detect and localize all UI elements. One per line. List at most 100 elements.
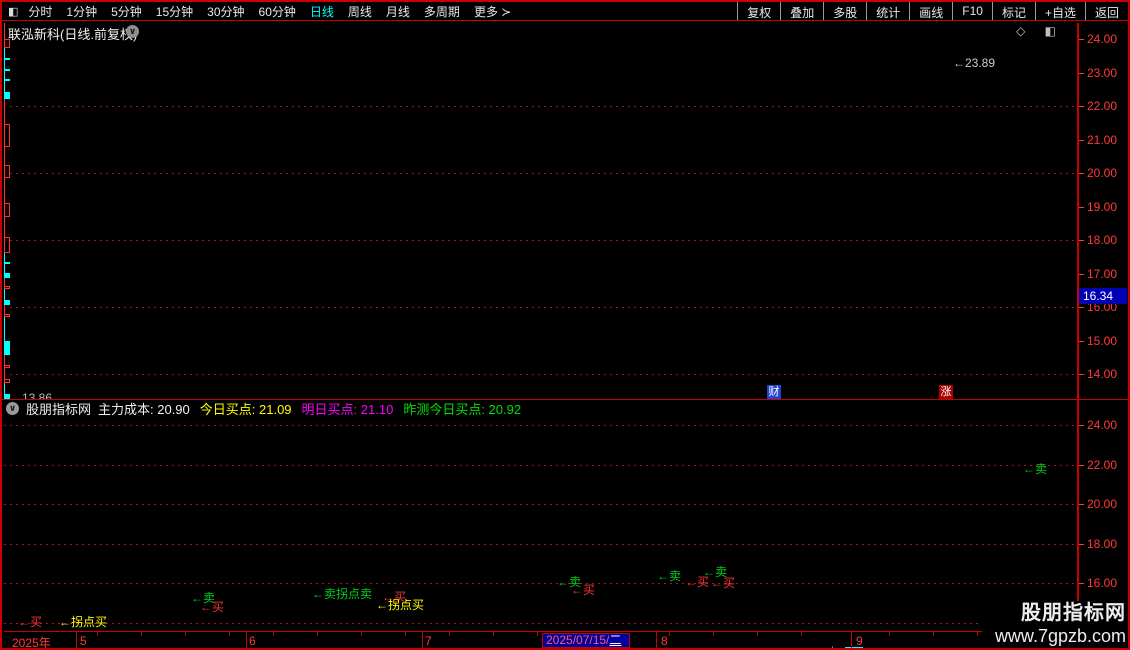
month-separator xyxy=(851,632,852,648)
axis-vertical-line xyxy=(1077,23,1079,648)
x-axis-label: 6 xyxy=(249,634,256,648)
event-badge[interactable]: 涨 xyxy=(939,385,953,399)
candle-body xyxy=(4,124,10,148)
topbar-item-日线[interactable]: 日线 xyxy=(310,3,334,20)
main-grid-line xyxy=(4,240,1078,241)
indicator-chevron-icon[interactable]: ∨ xyxy=(6,402,19,415)
watermark: 股朋指标网 www.7gpzb.com xyxy=(982,601,1128,648)
candle-body xyxy=(4,203,10,218)
signal-marker-sell: ←卖 xyxy=(1023,462,1048,476)
topbar-item-30分钟[interactable]: 30分钟 xyxy=(207,3,244,20)
x-axis-tick xyxy=(97,632,98,636)
price-axis-sub: 24.00 22.00 20.00 18.00 16.00 xyxy=(1078,400,1128,630)
topbar-item-15分钟[interactable]: 15分钟 xyxy=(156,3,193,20)
x-axis-tick xyxy=(757,632,758,636)
topbar-item-5分钟[interactable]: 5分钟 xyxy=(111,3,142,20)
candle-wick xyxy=(4,355,5,366)
topbar-item-分时[interactable]: 分时 xyxy=(28,3,52,20)
topbar-item-叠加[interactable]: 叠加 xyxy=(780,2,823,20)
title-right-icons[interactable]: ◇ ◧ xyxy=(1016,24,1064,38)
window-layout-icon[interactable]: ◧ xyxy=(8,5,18,18)
candle-wick xyxy=(4,317,5,341)
topbar-item-画线[interactable]: 画线 xyxy=(909,2,952,20)
event-badge[interactable]: 财 xyxy=(767,385,781,399)
x-axis-tick xyxy=(229,632,230,636)
indicator-row: ∨ 股朋指标网 主力成本: 20.90 今日买点: 21.09 明日买点: 21.1… xyxy=(6,399,521,418)
chevron-down-circle-icon[interactable]: ∨ xyxy=(126,25,139,38)
x-axis-tick xyxy=(493,632,494,636)
panel-divider[interactable] xyxy=(2,399,1128,400)
sub-grid-line xyxy=(4,622,1078,624)
x-axis-tick xyxy=(405,632,406,636)
price-tick-label: 20.00 xyxy=(1087,166,1118,180)
candle-body xyxy=(4,340,10,356)
x-axis-tick xyxy=(801,632,802,636)
candle-wick xyxy=(4,59,5,69)
candle-wick xyxy=(4,217,5,238)
signal-marker-buy: ←买 xyxy=(200,600,225,614)
signal-marker-sell: ←卖拐点卖 xyxy=(312,587,373,601)
topbar-item-更多 ≻[interactable]: 更多 ≻ xyxy=(474,3,511,20)
low-annotation: ←13.86 xyxy=(10,391,53,399)
main-grid-line xyxy=(4,374,1078,375)
topbar-item-F10[interactable]: F10 xyxy=(952,2,992,20)
x-axis-label: 7 xyxy=(425,634,432,648)
high-annotation: ←23.89 xyxy=(953,56,996,70)
topbar-item-60分钟[interactable]: 60分钟 xyxy=(259,3,296,20)
x-axis-tick xyxy=(933,632,934,636)
month-separator xyxy=(656,632,657,648)
candle-wick xyxy=(4,277,5,287)
month-separator xyxy=(246,632,247,648)
x-axis-label: 9 xyxy=(856,634,863,648)
price-tick-label: 22.00 xyxy=(1087,457,1118,472)
main-grid-line xyxy=(4,173,1078,174)
price-tick-label: 21.00 xyxy=(1087,132,1118,147)
sub-chart: ←买 ←拐点买 ←卖 ←买 ←卖拐点卖 ←买 ←拐点买 ←卖 ←买 ←卖 ←买 ←卖 ←买 ←卖 xyxy=(4,400,1078,630)
x-axis-tick xyxy=(889,632,890,636)
indicator-items: 主力成本: 20.90 今日买点: 21.09 明日买点: 21.10 昨测今日买点:… xyxy=(98,399,521,418)
month-separator xyxy=(422,632,423,648)
price-tick-label: 24.00 xyxy=(1087,418,1118,432)
topbar-item-复权[interactable]: 复权 xyxy=(737,2,780,20)
candle-wick xyxy=(4,71,5,79)
topbar-item-+自选[interactable]: +自选 xyxy=(1034,2,1085,20)
x-axis-tick xyxy=(361,632,362,636)
topbar-item-返回[interactable]: 返回 xyxy=(1084,2,1128,20)
title-row: 联泓新科(日线.前复权) ∨ ◇ ◧ xyxy=(2,22,1128,42)
x-axis-label: 5 xyxy=(80,634,87,648)
topbar-item-周线[interactable]: 周线 xyxy=(348,3,372,20)
x-axis-tick xyxy=(669,632,670,636)
topbar-item-月线[interactable]: 月线 xyxy=(386,3,410,20)
topbar-left-menu: 分时 1分钟 5分钟 15分钟 30分钟 60分钟 日线 周线 月线 多周期 更多 ≻ xyxy=(28,3,511,20)
topbar-item-多股[interactable]: 多股 xyxy=(823,2,866,20)
topbar-item-标记[interactable]: 标记 xyxy=(991,2,1035,20)
indicator-item-明日买点: 明日买点: 21.10 xyxy=(301,402,394,417)
x-axis-tick xyxy=(449,632,450,636)
indicator-item-昨测今日买点: 昨测今日买点: 20.92 xyxy=(403,402,522,417)
candle-wick xyxy=(4,47,5,58)
topbar-item-统计[interactable]: 统计 xyxy=(866,2,909,20)
topbar-item-多周期[interactable]: 多周期 xyxy=(424,3,460,20)
x-axis-row: 2025/07/15/二 2025年 5 6 7 8 9 xyxy=(4,631,1078,650)
topbar-right-menu: 复权 叠加 多股 统计 画线 F10 标记 +自选 返回 xyxy=(737,2,1128,20)
sub-grid-line xyxy=(4,583,1078,584)
x-axis-tick xyxy=(185,632,186,636)
candle-wick xyxy=(4,382,5,394)
candle-body xyxy=(4,164,10,178)
price-tick-label: 18.00 xyxy=(1087,233,1118,247)
x-axis-label: 2025年 xyxy=(12,636,51,650)
signal-marker-buy: ←拐点买 xyxy=(59,615,108,629)
price-tick-label: 16.00 xyxy=(1087,576,1118,590)
price-tick-label: 14.00 xyxy=(1087,367,1118,381)
date-highlight: 2025/07/15/二 xyxy=(542,633,630,648)
price-axis-main: 16.34 24.00 23.00 22.00 21.00 20.00 19.00 18.0… xyxy=(1078,23,1128,399)
x-axis-tick xyxy=(537,632,538,636)
sub-grid-line xyxy=(4,425,1078,426)
x-axis-tick xyxy=(317,632,318,636)
topbar-item-1分钟[interactable]: 1分钟 xyxy=(66,3,97,20)
main-grid-line xyxy=(4,106,1078,107)
price-tick-label: 19.00 xyxy=(1087,199,1118,214)
price-tick-label: 20.00 xyxy=(1087,497,1118,511)
price-badge: 16.34 xyxy=(1079,287,1127,304)
topbar: ◧ 分时 1分钟 5分钟 15分钟 30分钟 60分钟 日线 周线 月线 多周期 更多 ≻ 复权 叠加… xyxy=(2,2,1128,21)
